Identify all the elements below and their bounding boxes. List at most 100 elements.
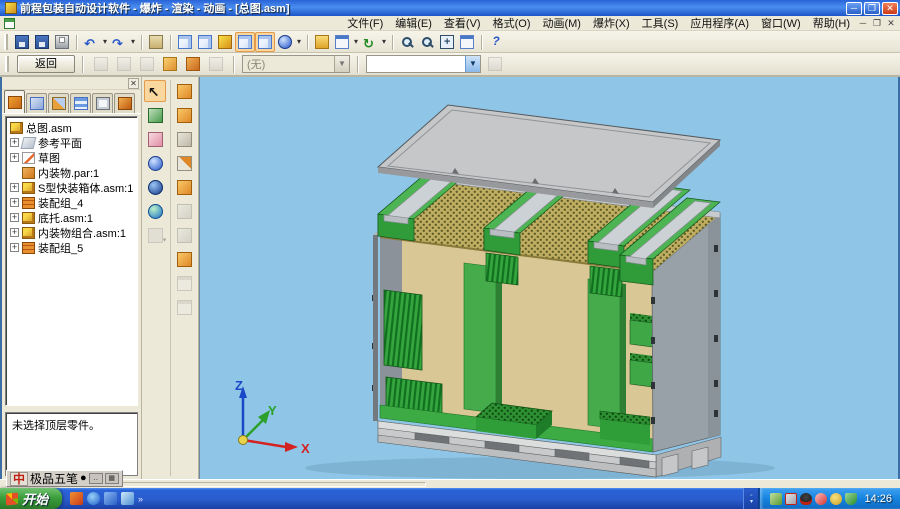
toolbar-button[interactable] xyxy=(175,32,195,52)
taskbar-toolbar-collapsed[interactable]: ▫ ▾ xyxy=(743,488,759,509)
toolbar-button[interactable] xyxy=(195,32,215,52)
explode-tool-button[interactable] xyxy=(183,54,203,74)
child-close-button[interactable]: ✕ xyxy=(884,17,898,29)
ime-mode-icon[interactable]: ● xyxy=(80,473,87,484)
assembly-pathfinder-tab[interactable] xyxy=(4,90,25,113)
tool-button[interactable] xyxy=(144,152,166,174)
ime-keyboard-icon[interactable]: ▦ xyxy=(105,473,119,484)
tool-button[interactable] xyxy=(174,296,196,318)
tree-item[interactable]: + 草图 xyxy=(10,150,137,165)
media-player-icon[interactable] xyxy=(70,492,83,505)
ime-punctuation-icon[interactable]: ‥ xyxy=(89,473,103,484)
menu-item[interactable]: 文件(F) xyxy=(341,14,389,32)
3d-viewport[interactable]: Z Y X xyxy=(199,77,898,479)
menu-item[interactable]: 动画(M) xyxy=(536,14,587,32)
security-alert-icon[interactable] xyxy=(815,493,827,505)
tool-button[interactable] xyxy=(144,128,166,150)
explode-tool-button[interactable] xyxy=(206,54,226,74)
explode-tool-button[interactable] xyxy=(137,54,157,74)
tool-button[interactable] xyxy=(174,104,196,126)
tree-item[interactable]: + 内装物.par:1 xyxy=(10,165,137,180)
ime-name[interactable]: 极品五笔 xyxy=(30,470,78,487)
expand-toggle[interactable]: + xyxy=(10,228,19,237)
tree-item[interactable]: + 参考平面 xyxy=(10,135,137,150)
toolbar-button[interactable] xyxy=(360,32,388,52)
toolbar-button[interactable] xyxy=(312,32,332,52)
menu-item[interactable]: 窗口(W) xyxy=(755,14,807,32)
tool-button[interactable] xyxy=(174,176,196,198)
explode-tool-button[interactable] xyxy=(160,54,180,74)
layers-tab[interactable] xyxy=(70,93,91,113)
tree-item[interactable]: + 总图.asm xyxy=(10,120,137,135)
child-restore-button[interactable]: ❐ xyxy=(870,17,884,29)
dropdown-caret-icon[interactable]: ▼ xyxy=(334,56,349,72)
explode-tool-button[interactable] xyxy=(91,54,111,74)
toolbar-button[interactable] xyxy=(109,32,137,52)
menu-item[interactable]: 格式(O) xyxy=(487,14,537,32)
toolbar-button[interactable] xyxy=(417,32,437,52)
sensors-tab[interactable] xyxy=(92,93,113,113)
qq-icon[interactable] xyxy=(800,493,812,505)
toolbar-button[interactable] xyxy=(215,32,235,52)
expand-toggle[interactable]: + xyxy=(10,183,19,192)
tool-button[interactable] xyxy=(174,128,196,150)
alternate-assemblies-tab[interactable] xyxy=(26,93,47,113)
tree-item[interactable]: + 装配组_4 xyxy=(10,195,137,210)
toolbar-button[interactable] xyxy=(146,32,166,52)
tree-item[interactable]: + 装配组_5 xyxy=(10,240,137,255)
family-of-parts-tab[interactable] xyxy=(48,93,69,113)
menu-item[interactable]: 爆炸(X) xyxy=(587,14,636,32)
toolbar-button[interactable] xyxy=(235,32,255,52)
show-desktop-icon[interactable] xyxy=(121,492,134,505)
expand-toggle[interactable]: + xyxy=(10,138,19,147)
ime-toolbar[interactable]: 中 极品五笔 ● ‥ ▦ xyxy=(6,470,123,487)
restore-button[interactable]: ❐ xyxy=(864,2,880,15)
toolbar-button[interactable] xyxy=(275,32,303,52)
tree-item[interactable]: + 内装物组合.asm:1 xyxy=(10,225,137,240)
shield-icon[interactable] xyxy=(845,493,857,505)
toolbar-button[interactable] xyxy=(255,32,275,52)
toolbar-button[interactable] xyxy=(397,32,417,52)
minimize-button[interactable]: ─ xyxy=(846,2,862,15)
antivirus-icon[interactable] xyxy=(830,493,842,505)
toolbar-button[interactable] xyxy=(12,32,32,52)
animation-editor-tab[interactable] xyxy=(114,93,135,113)
tool-button[interactable] xyxy=(174,272,196,294)
combo-caret-icon[interactable]: ▼ xyxy=(465,56,480,72)
tool-button[interactable] xyxy=(144,80,166,102)
edgebar-close-button[interactable]: ✕ xyxy=(128,78,139,89)
back-button[interactable]: 返回 xyxy=(17,55,75,73)
toolbar-grip[interactable] xyxy=(4,34,8,50)
expand-toggle[interactable]: + xyxy=(10,198,19,207)
toolbar-button[interactable] xyxy=(332,32,360,52)
expand-toggle[interactable]: + xyxy=(10,213,19,222)
mdi-child-icon[interactable] xyxy=(4,18,15,29)
tool-button[interactable] xyxy=(144,176,166,198)
view-name-combo[interactable]: ▼ xyxy=(366,55,481,73)
internet-explorer-icon[interactable] xyxy=(87,492,100,505)
menu-item[interactable]: 查看(V) xyxy=(438,14,487,32)
tool-button[interactable] xyxy=(174,224,196,246)
toolbar-grip[interactable] xyxy=(5,56,9,72)
toolbar-button[interactable] xyxy=(457,32,477,52)
tree-item[interactable]: + S型快装箱体.asm:1 xyxy=(10,180,137,195)
start-button[interactable]: 开始 xyxy=(0,488,62,509)
toolbar-button[interactable] xyxy=(486,32,506,52)
toolbar-button[interactable] xyxy=(32,32,52,52)
menu-item[interactable]: 帮助(H) xyxy=(807,14,856,32)
child-minimize-button[interactable]: ─ xyxy=(856,17,870,29)
tool-button[interactable] xyxy=(174,248,196,270)
expand-toggle[interactable]: + xyxy=(10,243,19,252)
toolbar-button[interactable] xyxy=(52,32,72,52)
close-button[interactable]: ✕ xyxy=(882,2,898,15)
tool-button[interactable] xyxy=(144,200,166,222)
tool-button[interactable] xyxy=(174,152,196,174)
tool-button[interactable] xyxy=(174,80,196,102)
tool-button[interactable] xyxy=(174,200,196,222)
toolbar-button[interactable] xyxy=(437,32,457,52)
menu-item[interactable]: 编辑(E) xyxy=(389,14,438,32)
expand-toggle[interactable]: + xyxy=(10,153,19,162)
tool-button[interactable] xyxy=(144,104,166,126)
menu-item[interactable]: 工具(S) xyxy=(636,14,685,32)
toolbar-button[interactable] xyxy=(81,32,109,52)
